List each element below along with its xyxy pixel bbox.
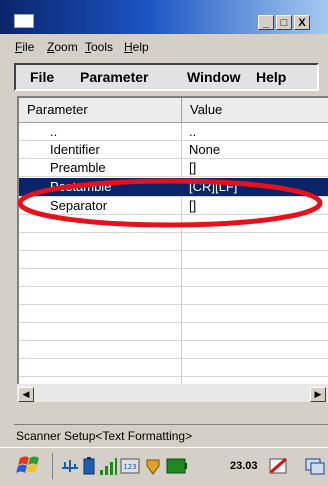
svg-text:123: 123: [123, 463, 136, 471]
parameter-cell: Identifier: [50, 142, 100, 157]
table-row[interactable]: Identifier None: [19, 141, 328, 159]
table-row-selected[interactable]: Postamble [CR][LF]: [19, 178, 328, 197]
column-header-value[interactable]: Value: [182, 98, 328, 123]
battery-level-icon[interactable]: [166, 456, 188, 476]
value-cell: []: [189, 160, 197, 175]
parameter-cell: Separator: [50, 198, 108, 213]
menu-tools[interactable]: Tools: [85, 40, 113, 54]
app-menu-window[interactable]: Window: [187, 69, 241, 85]
table-row-empty[interactable]: [19, 305, 328, 323]
scroll-left-button[interactable]: ◀: [18, 387, 34, 402]
maximize-button[interactable]: □: [276, 15, 292, 30]
clock[interactable]: 23.03: [230, 456, 258, 476]
table-row-empty[interactable]: [19, 233, 328, 251]
horizontal-scrollbar[interactable]: [17, 384, 328, 402]
app-menu-parameter[interactable]: Parameter: [80, 69, 149, 85]
sync-disabled-icon[interactable]: [268, 456, 290, 476]
column-header-parameter[interactable]: Parameter: [19, 98, 182, 123]
status-bar: Scanner Setup<Text Formatting>: [14, 424, 328, 447]
signal-strength-icon[interactable]: [99, 456, 117, 476]
menu-file[interactable]: File: [15, 40, 34, 54]
table-row-empty[interactable]: [19, 359, 328, 377]
table-row-empty[interactable]: [19, 269, 328, 287]
battery-icon[interactable]: [82, 456, 96, 476]
parameter-cell: Postamble: [50, 179, 112, 194]
menu-help[interactable]: Help: [124, 40, 149, 54]
table-row[interactable]: Preamble []: [19, 159, 328, 177]
value-cell: None: [189, 142, 221, 157]
table-row[interactable]: .. ..: [19, 123, 328, 141]
taskbar-separator: [52, 453, 53, 479]
app-menu-file[interactable]: File: [30, 69, 54, 85]
menu-file-rest: ile: [22, 40, 35, 54]
window-icon: [14, 14, 34, 28]
table-row-empty[interactable]: [19, 323, 328, 341]
value-cell: []: [189, 198, 197, 213]
keyboard-123-icon[interactable]: 123: [120, 456, 140, 476]
table-row[interactable]: Separator []: [19, 197, 328, 215]
parameter-cell: ..: [50, 124, 58, 139]
scroll-right-button[interactable]: ▶: [310, 387, 326, 402]
table-row-empty[interactable]: [19, 215, 328, 233]
table-row-empty[interactable]: [19, 251, 328, 269]
value-cell: [CR][LF]: [189, 179, 238, 194]
app-menu-help[interactable]: Help: [256, 69, 286, 85]
minimize-button[interactable]: _: [258, 15, 274, 30]
menu-zoom[interactable]: Zoom: [47, 40, 78, 54]
close-button[interactable]: X: [294, 15, 310, 30]
start-flag-icon[interactable]: [14, 452, 44, 480]
table-row-empty[interactable]: [19, 341, 328, 359]
parameter-grid[interactable]: Parameter Value .. .. Identifier None Pr…: [17, 96, 328, 384]
usb-connection-icon[interactable]: [60, 456, 80, 476]
value-cell: ..: [189, 124, 197, 139]
table-row-empty[interactable]: [19, 287, 328, 305]
parameter-cell: Preamble: [50, 160, 106, 175]
window-switch-icon[interactable]: [304, 456, 326, 476]
scanner-icon[interactable]: [143, 456, 163, 476]
